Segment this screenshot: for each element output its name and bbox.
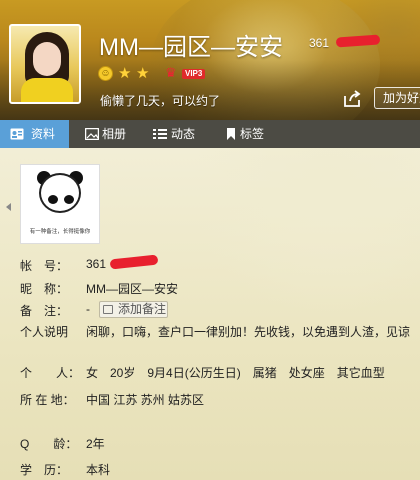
education-value: 本科 [86, 463, 111, 477]
panda-eye [48, 195, 58, 204]
tab-feed[interactable]: 动态 [143, 120, 208, 148]
avatar-shirt [21, 78, 73, 102]
add-friend-button[interactable]: 加为好友 [374, 87, 420, 109]
bookmark-tag-icon [227, 128, 235, 140]
crown-icon: ♛ [165, 65, 177, 80]
q-age-label: Q 龄： [20, 437, 78, 451]
qq-number: 361 [309, 36, 330, 50]
vip-badge[interactable]: VIP3 [182, 69, 206, 79]
signature-text: 偷懒了几天，可以约了 [100, 94, 221, 108]
personal-note-value: 闲聊，口嗨，查户口一律别加！先收钱，以免遇到人渣，见谅 [86, 325, 411, 339]
photo-album-icon [85, 128, 99, 140]
account-label: 帐 号： [20, 259, 69, 273]
star-icon: ★ [118, 65, 132, 82]
person-label: 个 人： [20, 366, 81, 380]
nickname-label: 昵 称： [20, 282, 69, 296]
collapse-arrow-icon[interactable] [6, 203, 11, 211]
location-label: 所 在 地： [20, 393, 75, 407]
tab-profile[interactable]: 资料 [0, 120, 69, 148]
person-value: 女 20岁 9月4日(公历生日) 属猪 处女座 其它血型 [86, 366, 385, 380]
tab-tags[interactable]: 标签 [214, 120, 279, 148]
avatar-face [33, 42, 61, 76]
feed-list-icon [153, 129, 167, 139]
location-value: 中国 江苏 苏州 姑苏区 [86, 393, 205, 407]
tab-label: 标签 [240, 127, 265, 141]
avatar[interactable] [9, 24, 81, 104]
share-icon[interactable] [342, 90, 362, 108]
education-label: 学 历： [20, 463, 69, 477]
tab-bar: 资料 相册 动态 标签 [0, 120, 420, 148]
personal-note-label: 个人说明 [20, 325, 69, 339]
profile-card-icon [10, 128, 24, 140]
smiley-icon: ☺ [98, 66, 113, 81]
nickname-title: MM—园区—安安 [99, 34, 283, 61]
add-memo-label: 添加备注 [118, 302, 167, 316]
add-memo-button[interactable]: 添加备注 [99, 301, 168, 318]
panda-meme-image [39, 173, 81, 213]
account-value[interactable]: 361 [86, 257, 106, 271]
q-age-value: 2年 [86, 437, 105, 451]
nickname-value: MM—园区—安安 [86, 282, 178, 296]
tab-album[interactable]: 相册 [75, 120, 140, 148]
tab-label: 相册 [102, 127, 127, 141]
tab-label: 动态 [171, 127, 196, 141]
profile-photo[interactable]: 有一种备注，长得挺像你 [20, 164, 100, 244]
star-icon: ★ [136, 65, 150, 82]
memo-edit-icon [103, 305, 113, 314]
photo-caption: 有一种备注，长得挺像你 [29, 229, 91, 235]
panda-eye [64, 195, 74, 204]
memo-value: - [86, 302, 90, 316]
memo-label: 备 注： [20, 304, 69, 318]
tab-label: 资料 [31, 127, 56, 141]
